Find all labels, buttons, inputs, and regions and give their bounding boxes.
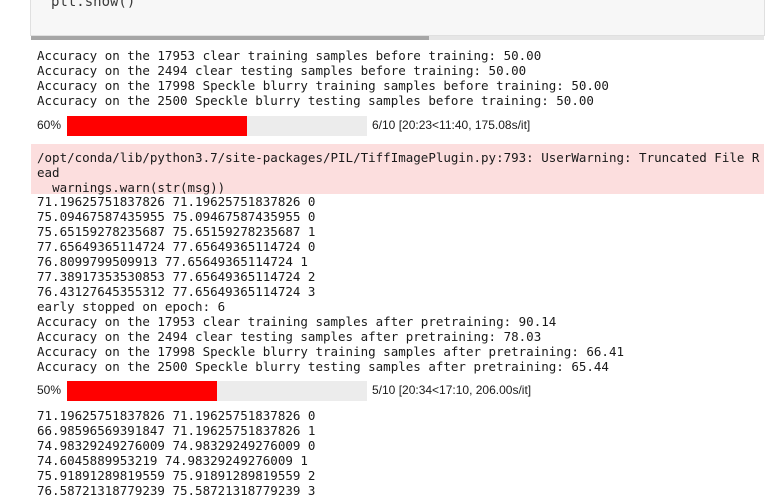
output-line: 75.09467587435955 75.09467587435955 0 xyxy=(37,209,316,224)
output-block-before-training: Accuracy on the 17953 clear training sam… xyxy=(37,48,609,108)
output-line: 74.6045889953219 74.98329249276009 1 xyxy=(37,453,308,468)
scrollbar-thumb[interactable] xyxy=(31,36,429,40)
output-line: Accuracy on the 17953 clear training sam… xyxy=(37,48,542,63)
output-line: 77.38917353530853 77.65649365114724 2 xyxy=(37,269,316,284)
output-line: 76.43127645355312 77.65649365114724 3 xyxy=(37,284,316,299)
output-block-second-run: 71.19625751837826 71.19625751837826 0 66… xyxy=(37,408,315,497)
output-line: 77.65649365114724 77.65649365114724 0 xyxy=(37,239,316,254)
output-line: Accuracy on the 17953 clear training sam… xyxy=(37,314,557,329)
output-line: 74.98329249276009 74.98329249276009 0 xyxy=(37,438,316,453)
output-line: Accuracy on the 17998 Speckle blurry tra… xyxy=(37,344,624,359)
progress-track xyxy=(67,116,367,136)
output-line: 66.98596569391847 71.19625751837826 1 xyxy=(37,423,316,438)
output-line: Accuracy on the 2494 clear testing sampl… xyxy=(37,329,542,344)
progress-track xyxy=(67,381,367,401)
output-line: Accuracy on the 2500 Speckle blurry test… xyxy=(37,93,594,108)
progress-bar-2: 50% 5/10 [20:34<17:10, 206.00s/it] xyxy=(37,381,577,401)
output-line: 76.8099799509913 77.65649365114724 1 xyxy=(37,254,308,269)
code-cell[interactable]: plt.show() xyxy=(30,0,765,36)
warning-call: warnings.warn(str(msg)) xyxy=(37,180,226,195)
progress-percent: 60% xyxy=(37,118,62,132)
output-line: Accuracy on the 2494 clear testing sampl… xyxy=(37,63,527,78)
warning-output: /opt/conda/lib/python3.7/site-packages/P… xyxy=(31,144,764,195)
progress-percent: 50% xyxy=(37,383,62,397)
progress-fill xyxy=(67,381,217,401)
progress-stats: 6/10 [20:23<11:40, 175.08s/it] xyxy=(372,118,531,132)
output-line: 76.58721318779239 75.58721318779239 3 xyxy=(37,483,316,497)
horizontal-scrollbar[interactable] xyxy=(31,36,764,40)
progress-bar-1: 60% 6/10 [20:23<11:40, 175.08s/it] xyxy=(37,116,577,136)
output-line: 71.19625751837826 71.19625751837826 0 xyxy=(37,194,316,209)
code-line: plt.show() xyxy=(51,0,136,10)
output-line: Accuracy on the 17998 Speckle blurry tra… xyxy=(37,78,609,93)
output-line: 71.19625751837826 71.19625751837826 0 xyxy=(37,408,316,423)
output-line: early stopped on epoch: 6 xyxy=(37,299,226,314)
output-block-pretraining: 71.19625751837826 71.19625751837826 0 75… xyxy=(37,194,624,374)
warning-message: /opt/conda/lib/python3.7/site-packages/P… xyxy=(37,150,760,180)
output-line: Accuracy on the 2500 Speckle blurry test… xyxy=(37,359,609,374)
progress-stats: 5/10 [20:34<17:10, 206.00s/it] xyxy=(372,383,532,397)
output-line: 75.65159278235687 75.65159278235687 1 xyxy=(37,224,316,239)
progress-fill xyxy=(67,116,247,136)
output-line: 75.91891289819559 75.91891289819559 2 xyxy=(37,468,316,483)
